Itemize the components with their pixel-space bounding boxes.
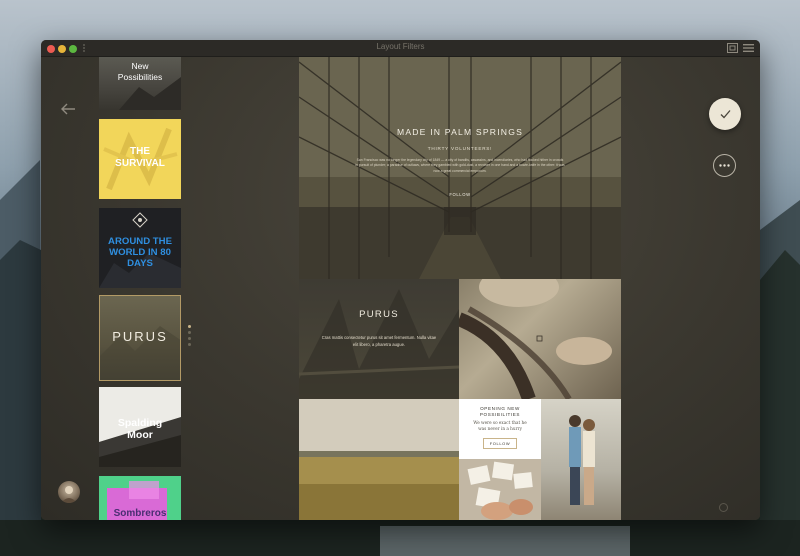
hero-section: MADE IN PALM SPRINGS THIRTY VOLUNTEERS! … [299, 57, 621, 279]
app-window: Layout Filters New Possibilities THE SUR… [41, 40, 760, 520]
confirm-button[interactable] [709, 98, 741, 130]
status-indicator [719, 503, 728, 512]
thumbnail-around-the-world[interactable]: AROUND THE WORLD IN 80 DAYS [99, 208, 181, 288]
ellipsis-icon [719, 164, 730, 167]
thumbnail-list: New Possibilities THE SURVIVAL AROUND TH… [98, 57, 183, 520]
back-arrow-icon[interactable] [59, 101, 77, 117]
hero-follow-button[interactable]: FOLLOW [445, 192, 475, 197]
checkmark-icon [720, 110, 731, 119]
opening-body: We were so exact that he was never in a … [473, 420, 527, 431]
title-bar: Layout Filters [41, 40, 760, 57]
tile-wheat-field [299, 399, 459, 520]
tile-opening-card: OPENING NEW POSSIBILITIES We were so exa… [459, 399, 541, 459]
scroll-position-indicator [188, 325, 192, 349]
thumbnail-spalding-moor[interactable]: Spalding Moor [99, 387, 181, 467]
layout-toggle-icon[interactable] [727, 43, 738, 53]
tile-purus: PURUS Cras mattis consectetur purus sit … [299, 279, 459, 399]
hero-subtitle: THIRTY VOLUNTEERS! [427, 146, 493, 151]
menu-icon[interactable] [743, 43, 754, 53]
hero-title: MADE IN PALM SPRINGS [396, 127, 524, 137]
opening-title: OPENING NEW POSSIBILITIES [479, 406, 521, 417]
more-options-button[interactable] [713, 154, 736, 177]
thumbnail-new-possibilities[interactable]: New Possibilities [99, 57, 181, 110]
thumbnail-the-survival[interactable]: THE SURVIVAL [99, 119, 181, 199]
tile-hair-photo [459, 279, 621, 399]
user-avatar[interactable] [58, 481, 80, 503]
purus-title: PURUS [359, 309, 399, 320]
purus-body: Cras mattis consectetur purus sit amet f… [321, 335, 437, 347]
hero-body: San Francisco was no longer the legendar… [355, 158, 565, 173]
tile-hands-photos [459, 459, 541, 520]
thumbnail-purus[interactable]: PURUS [99, 295, 181, 381]
opening-follow-button[interactable]: FOLLOW [483, 438, 517, 449]
content-area: New Possibilities THE SURVIVAL AROUND TH… [41, 57, 760, 520]
thumbnail-sombreros[interactable]: Sombreros [99, 476, 181, 520]
window-title: Layout Filters [376, 42, 425, 51]
layout-preview: MADE IN PALM SPRINGS THIRTY VOLUNTEERS! … [299, 57, 621, 520]
tile-couple-photo [541, 399, 621, 520]
